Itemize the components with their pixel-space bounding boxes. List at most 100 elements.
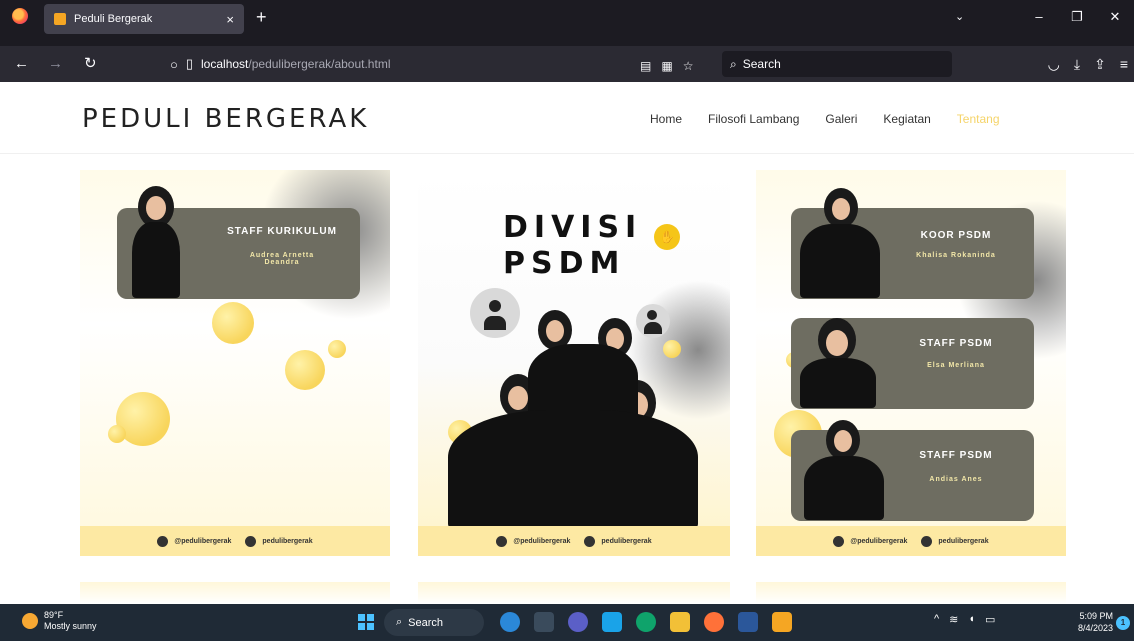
firefox-taskbar-icon[interactable] — [704, 612, 724, 632]
reader-view-icon[interactable]: ▤ — [640, 59, 651, 73]
page-icon[interactable]: ▯ — [186, 56, 193, 72]
minimize-icon[interactable]: – — [1020, 0, 1058, 34]
sun-icon — [22, 613, 38, 629]
web-page: PEDULI BERGERAK Home Filosofi Lambang Ga… — [0, 82, 1134, 604]
instagram-handle: @pedulibergerak — [174, 537, 232, 545]
tab-peduli-bergerak[interactable]: Peduli Bergerak × — [44, 4, 244, 34]
teams-icon[interactable] — [568, 612, 588, 632]
hand-logo-icon: ✋ — [654, 224, 680, 250]
pocket-icon[interactable]: ◡ — [1048, 46, 1060, 82]
url-actions: ▤ ▦ ☆ — [640, 59, 693, 73]
mail-icon[interactable] — [602, 612, 622, 632]
volume-icon[interactable]: ◖ — [968, 613, 975, 626]
user-avatar-icon — [636, 304, 670, 338]
xampp-icon[interactable] — [772, 612, 792, 632]
url-host: localhost — [201, 57, 249, 71]
profile-role: STAFF KURIKULUM — [227, 226, 337, 237]
taskbar-clock[interactable]: 5:09 PM 8/4/2023 — [1078, 610, 1113, 634]
card-psdm-members: KOOR PSDM Khalisa Rokaninda STAFF PSDM E… — [756, 170, 1066, 556]
file-explorer-icon[interactable] — [670, 612, 690, 632]
new-tab-button[interactable]: + — [256, 8, 267, 26]
wifi-icon[interactable]: ≋ — [949, 613, 958, 626]
instagram-handle: @pedulibergerak — [850, 537, 908, 545]
instagram-icon — [833, 535, 845, 547]
battery-icon[interactable]: ▭ — [985, 613, 995, 626]
member-name: Elsa Merliana — [927, 362, 985, 369]
decor-bubble — [212, 302, 254, 344]
search-icon: ⌕ — [396, 616, 403, 628]
close-window-icon[interactable]: ✕ — [1096, 0, 1134, 34]
menu-icon[interactable]: ≡ — [1120, 46, 1128, 82]
toolbar-right: ◡ ⤓ ⇪ ≡ — [1048, 46, 1128, 82]
word-icon[interactable] — [738, 612, 758, 632]
instagram-handle: @pedulibergerak — [513, 537, 571, 545]
tray-chevron-icon[interactable]: ^ — [934, 613, 939, 626]
weather-widget[interactable]: 89°F Mostly sunny — [22, 610, 97, 632]
next-card-peek — [418, 582, 730, 604]
task-view-icon[interactable] — [534, 612, 554, 632]
decor-bubble — [663, 340, 681, 358]
windows-taskbar: 89°F Mostly sunny ⌕ Search ^ ≋ ◖ ▭ 5:09 … — [0, 604, 1134, 641]
firefox-icon[interactable] — [12, 8, 28, 24]
next-card-peek — [80, 582, 390, 604]
nav-galeri[interactable]: Galeri — [825, 112, 857, 126]
tiktok-icon — [584, 535, 596, 547]
restore-icon[interactable]: ❐ — [1058, 0, 1096, 34]
site-nav: Home Filosofi Lambang Galeri Kegiatan Te… — [650, 112, 1026, 126]
search-placeholder: Search — [742, 57, 781, 71]
search-input[interactable]: ⌕ Search — [722, 51, 952, 77]
next-card-peek — [756, 582, 1066, 604]
site-brand[interactable]: PEDULI BERGERAK — [82, 104, 369, 134]
translate-icon[interactable]: ▦ — [661, 59, 672, 73]
social-footer: @pedulibergerak pedulibergerak — [756, 526, 1066, 556]
favicon-icon — [54, 13, 66, 25]
forward-icon[interactable]: → — [48, 46, 63, 82]
card-divisi-psdm: DIVISI PSDM ✋ @pedulibergerak peduliberg… — [418, 170, 730, 556]
social-footer: @pedulibergerak pedulibergerak — [418, 526, 730, 556]
download-icon[interactable]: ⤓ — [1074, 46, 1080, 82]
instagram-icon — [496, 535, 508, 547]
system-tray: ^ ≋ ◖ ▭ — [934, 613, 995, 626]
bookmark-icon[interactable]: ☆ — [683, 59, 694, 73]
decor-bubble — [285, 350, 325, 390]
edge-icon[interactable] — [636, 612, 656, 632]
member-role: STAFF PSDM — [919, 450, 993, 461]
bing-icon[interactable] — [500, 612, 520, 632]
decor-bubble — [328, 340, 346, 358]
nav-home[interactable]: Home — [650, 112, 682, 126]
division-title-line1: DIVISI — [503, 210, 643, 245]
profile-name: Audrea Arnetta Deandra — [249, 252, 315, 266]
tiktok-icon — [245, 535, 257, 547]
tab-title: Peduli Bergerak — [74, 13, 153, 25]
shield-icon[interactable]: ○ — [170, 57, 178, 72]
notification-badge[interactable]: 1 — [1116, 616, 1130, 630]
clock-date: 8/4/2023 — [1078, 623, 1114, 633]
nav-tentang[interactable]: Tentang — [957, 112, 1000, 126]
user-avatar-icon — [470, 288, 520, 338]
windows-start-icon[interactable] — [358, 614, 374, 630]
browser-tabbar: Peduli Bergerak × + ⌄ – ❐ ✕ — [0, 0, 1134, 46]
taskbar-search-label: Search — [408, 616, 444, 629]
tiktok-handle: pedulibergerak — [601, 537, 652, 545]
tiktok-handle: pedulibergerak — [938, 537, 989, 545]
division-title: DIVISI PSDM — [503, 210, 642, 282]
division-title-line2: PSDM — [503, 246, 626, 281]
member-name: Khalisa Rokaninda — [916, 252, 996, 259]
extensions-icon[interactable]: ⇪ — [1094, 46, 1106, 82]
browser-navbar: ← → ↻ ○ ▯ localhost /pedulibergerak/abou… — [0, 46, 1134, 82]
reload-icon[interactable]: ↻ — [84, 46, 97, 82]
window-controls: – ❐ ✕ — [1020, 0, 1134, 34]
member-role: KOOR PSDM — [920, 230, 992, 241]
tiktok-icon — [921, 535, 933, 547]
taskbar-search[interactable]: ⌕ Search — [384, 609, 484, 636]
nav-kegiatan[interactable]: Kegiatan — [883, 112, 930, 126]
back-icon[interactable]: ← — [14, 46, 29, 82]
card-staff-kurikulum: STAFF KURIKULUM Audrea Arnetta Deandra @… — [80, 170, 390, 556]
nav-filosofi-lambang[interactable]: Filosofi Lambang — [708, 112, 799, 126]
decor-bubble — [108, 425, 126, 443]
tab-close-icon[interactable]: × — [226, 12, 234, 27]
tiktok-handle: pedulibergerak — [262, 537, 313, 545]
weather-temp: 89°F — [44, 610, 64, 620]
tab-list-icon[interactable]: ⌄ — [955, 0, 964, 34]
url-bar[interactable]: ○ ▯ localhost /pedulibergerak/about.html — [160, 51, 720, 77]
